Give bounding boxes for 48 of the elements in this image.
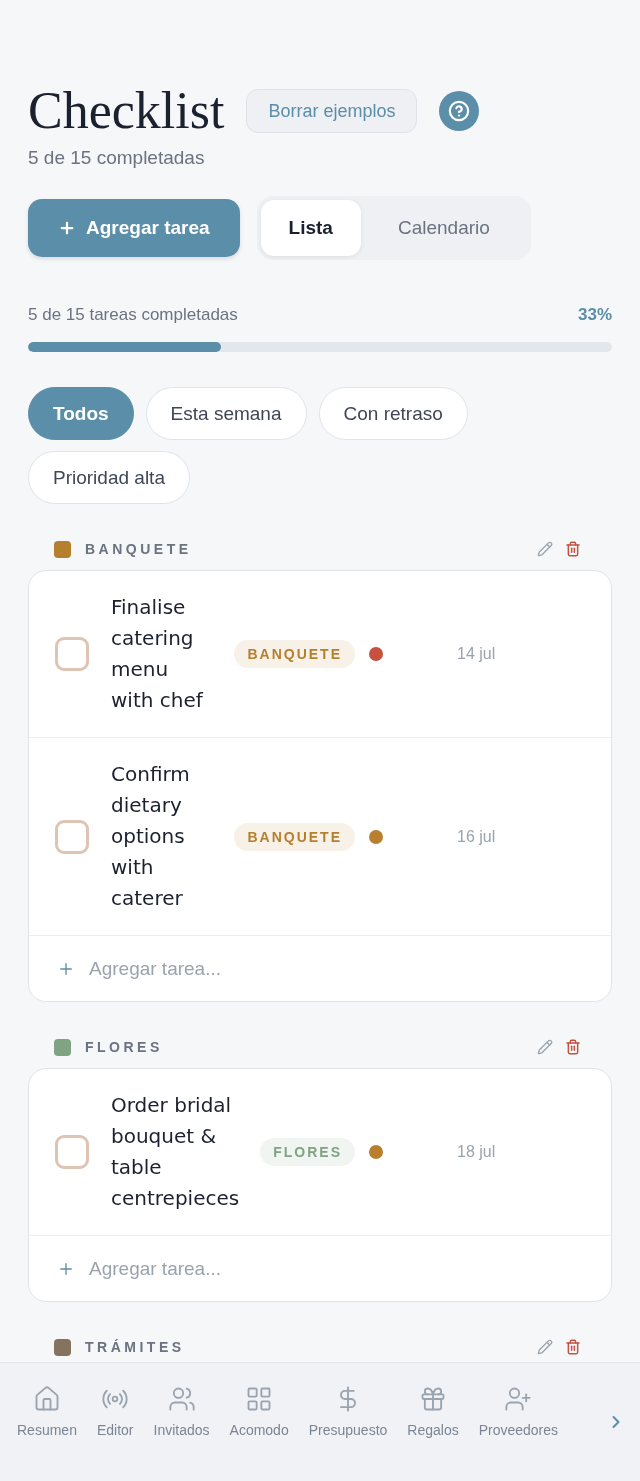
filter-chip[interactable]: Todos (28, 387, 134, 440)
section-title: TRÁMITES (85, 1338, 186, 1357)
nav-item[interactable]: Editor (86, 1385, 144, 1438)
task-title: Order bridal bouquet & table centrepieces (111, 1092, 241, 1212)
nav-item[interactable]: Resumen (7, 1385, 87, 1438)
progress-percent: 33% (577, 304, 612, 326)
section-title: FLORES (85, 1038, 164, 1057)
category-tag: BANQUETE (234, 640, 355, 668)
task-checkbox[interactable] (55, 819, 89, 854)
nav-item[interactable]: Acomodo (219, 1385, 299, 1438)
add-task-field[interactable]: Agregar tarea... (89, 1254, 611, 1283)
due-date: 18 jul (457, 1143, 497, 1161)
page-title: Checklist (28, 83, 225, 139)
plus-icon (58, 219, 76, 237)
clear-examples-button[interactable]: Borrar ejemplos (246, 89, 418, 133)
help-icon (448, 100, 471, 122)
delete-icon[interactable] (565, 1039, 581, 1055)
task-checkbox[interactable] (55, 1135, 89, 1169)
nav-item[interactable]: Presupuesto (298, 1385, 398, 1438)
view-tab[interactable]: Lista (260, 200, 361, 256)
task-checkbox[interactable] (55, 637, 89, 671)
delete-icon[interactable] (565, 1339, 581, 1355)
filter-chip[interactable]: Prioridad alta (28, 451, 190, 504)
filter-chip[interactable]: Con retraso (318, 387, 468, 440)
users-icon (167, 1385, 196, 1413)
view-tab[interactable]: Calendario (360, 200, 527, 256)
due-date: 16 jul (457, 827, 497, 846)
completion-summary: 5 de 15 completadas (28, 146, 206, 170)
filter-chip[interactable]: Esta semana (145, 387, 307, 440)
nav-item[interactable]: Regalos (397, 1385, 469, 1438)
nav-item[interactable]: Invitados (143, 1385, 220, 1438)
progress-label: 5 de 15 tareas completadas (28, 304, 238, 326)
category-tag: FLORES (260, 1138, 355, 1166)
edit-icon[interactable] (537, 1339, 553, 1355)
edit-icon[interactable] (537, 541, 553, 557)
gift-icon (419, 1385, 447, 1413)
task-title: Confirm dietary options with caterer (111, 761, 191, 912)
delete-icon[interactable] (565, 541, 581, 557)
section-title: BANQUETE (85, 540, 193, 559)
edit-icon[interactable] (537, 1039, 553, 1055)
due-date: 14 jul (457, 645, 497, 663)
category-tag: BANQUETE (234, 822, 355, 851)
add-task-field[interactable]: Agregar tarea... (89, 954, 611, 983)
task-title: Finalise catering menu with chef (111, 594, 205, 714)
add-task-button[interactable]: Agregar tarea (28, 199, 240, 257)
user-plus-icon (504, 1385, 533, 1413)
help-button[interactable] (439, 91, 480, 131)
nav-item[interactable]: Proveedores (468, 1385, 569, 1438)
